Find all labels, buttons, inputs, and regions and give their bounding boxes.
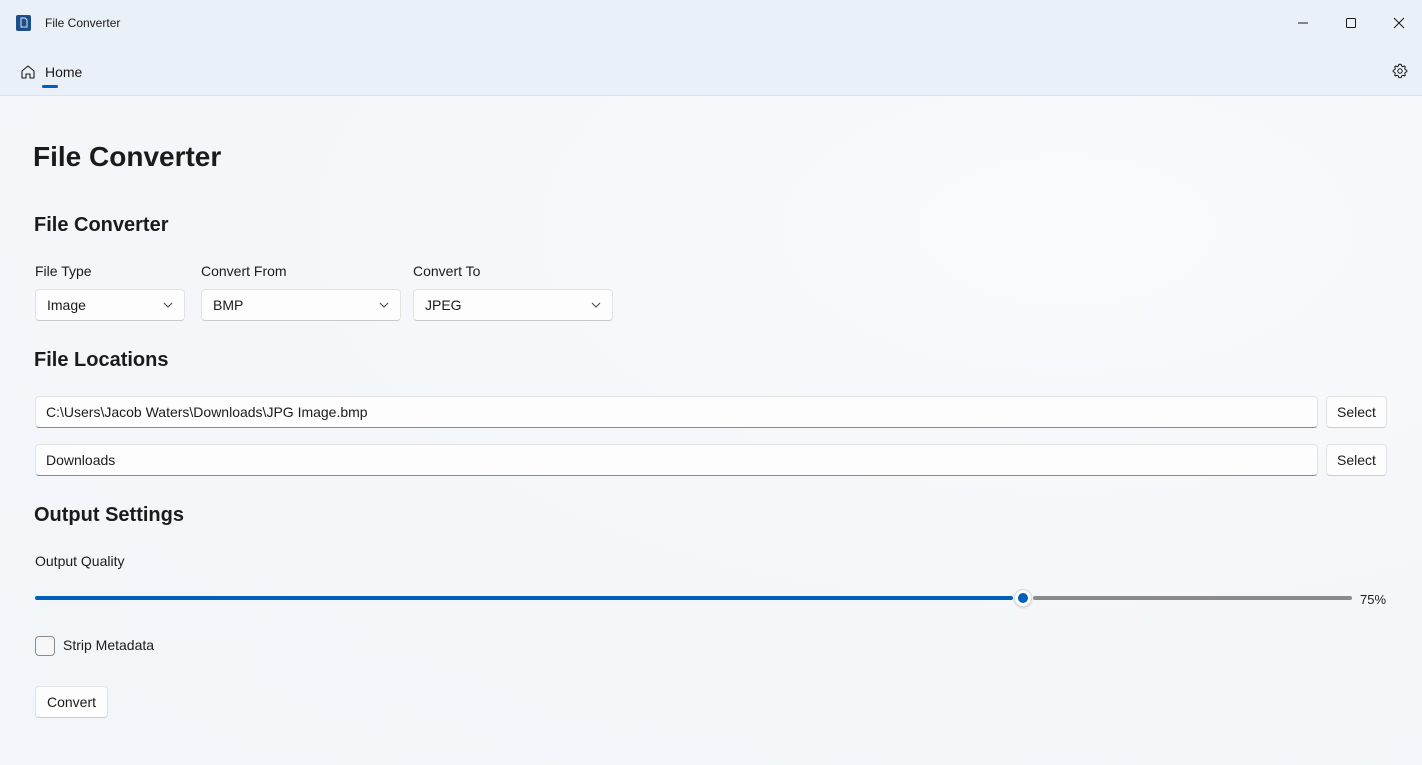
convert-from-label: Convert From	[201, 263, 287, 279]
convert-to-dropdown[interactable]: JPEG	[413, 289, 613, 321]
slider-thumb-dot	[1018, 593, 1028, 603]
minimize-button[interactable]	[1280, 0, 1326, 46]
page-title: File Converter	[33, 141, 222, 172]
section-title-output: Output Settings	[34, 504, 184, 526]
select-input-file-button[interactable]: Select	[1326, 396, 1387, 428]
settings-button[interactable]	[1384, 56, 1416, 86]
close-button[interactable]	[1376, 0, 1422, 46]
chevron-down-icon	[163, 302, 173, 308]
maximize-button[interactable]	[1328, 0, 1374, 46]
chevron-down-icon	[591, 302, 601, 308]
convert-from-value: BMP	[213, 297, 244, 313]
output-quality-label: Output Quality	[35, 553, 125, 569]
input-file-path-value: C:\Users\Jacob Waters\Downloads\JPG Imag…	[46, 404, 368, 420]
strip-metadata-label: Strip Metadata	[63, 637, 155, 653]
convert-to-label: Convert To	[413, 263, 481, 279]
convert-from-dropdown[interactable]: BMP	[201, 289, 401, 321]
file-type-label: File Type	[35, 263, 92, 279]
output-folder-field[interactable]: Downloads	[35, 444, 1318, 476]
file-type-dropdown[interactable]: Image	[35, 289, 185, 321]
app-document-icon	[16, 15, 31, 31]
output-folder-value: Downloads	[46, 452, 116, 468]
minimize-icon	[1298, 22, 1308, 24]
navigation-bar: Home	[0, 46, 1422, 96]
section-title-locations: File Locations	[34, 349, 169, 371]
select-output-folder-button[interactable]: Select	[1326, 444, 1387, 476]
maximize-icon	[1346, 18, 1356, 28]
slider-thumb[interactable]	[1014, 589, 1032, 607]
home-icon	[21, 65, 35, 79]
input-file-path-field[interactable]: C:\Users\Jacob Waters\Downloads\JPG Imag…	[35, 396, 1318, 428]
file-type-value: Image	[47, 297, 86, 313]
convert-button[interactable]: Convert	[35, 686, 108, 718]
output-quality-slider[interactable]	[35, 588, 1352, 608]
close-icon	[1393, 17, 1405, 29]
gear-icon	[1392, 63, 1408, 79]
main-content: File Converter File Converter File Type …	[0, 96, 1422, 765]
chevron-down-icon	[379, 302, 389, 308]
convert-to-value: JPEG	[425, 297, 462, 313]
section-title-converter: File Converter	[34, 214, 169, 236]
output-quality-value: 75%	[1360, 592, 1387, 607]
nav-selection-indicator	[42, 85, 58, 88]
title-bar: File Converter	[0, 0, 1422, 46]
slider-track	[1033, 596, 1352, 600]
strip-metadata-checkbox[interactable]	[35, 636, 55, 656]
nav-item-home-label: Home	[45, 64, 83, 80]
window-title: File Converter	[45, 16, 121, 30]
slider-track-fill	[35, 596, 1013, 600]
